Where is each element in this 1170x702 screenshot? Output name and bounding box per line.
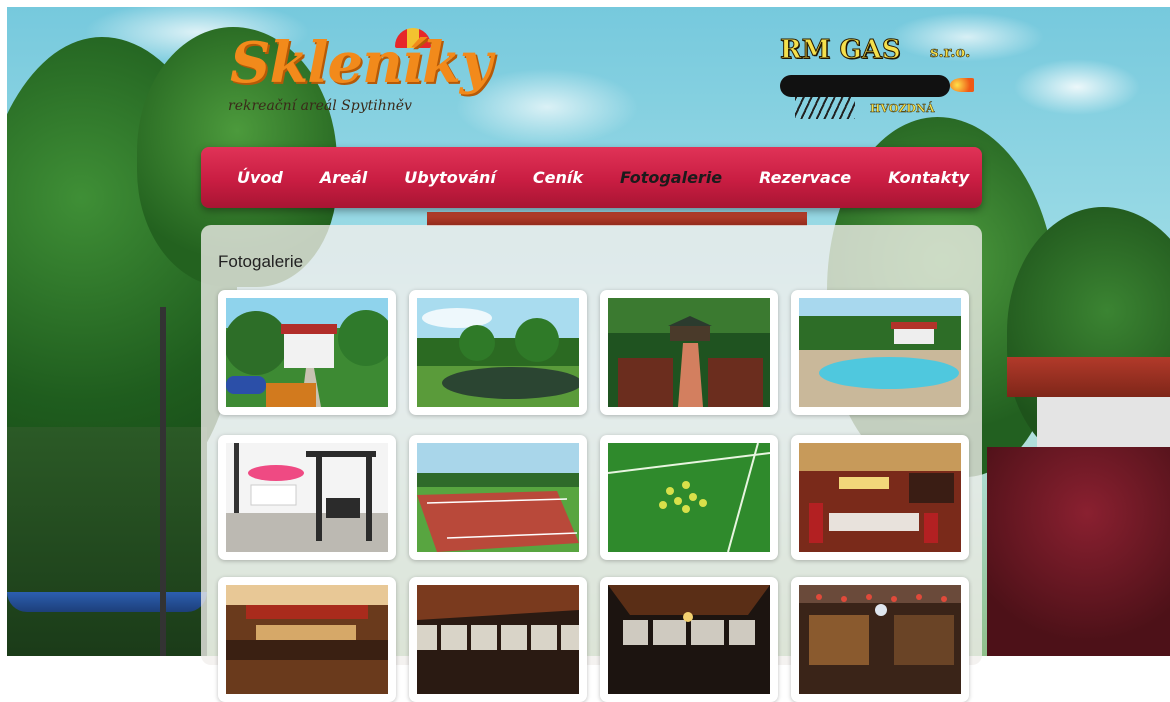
photo-bridge-gazebo [608,298,770,407]
gallery-thumbnail[interactable] [791,290,969,415]
sponsor-suffix: s.r.o. [930,43,971,62]
gallery-thumbnail[interactable] [218,435,396,560]
photo-hall-interior-1 [226,585,388,694]
background-bush [987,447,1170,656]
photo-pond [417,298,579,407]
gallery-thumbnail[interactable] [409,577,587,702]
background-trampoline [7,592,207,612]
nav-item-rezervace[interactable]: Rezervace [759,168,851,187]
photo-hall-interior-3 [608,585,770,694]
hatch-graphic [795,97,855,119]
background-roof [1007,357,1170,397]
logo-title: Skleníky [230,30,492,96]
gallery-thumbnail[interactable] [409,435,587,560]
gallery-thumbnail[interactable] [791,577,969,702]
gallery-thumbnail[interactable] [600,577,778,702]
gallery-thumbnail[interactable] [600,435,778,560]
gallery-thumbnail[interactable] [409,290,587,415]
nav-item-areal[interactable]: Areál [320,168,367,187]
gallery-thumbnail[interactable] [218,577,396,702]
main-nav: Úvod Areál Ubytování Ceník Fotogalerie R… [201,147,982,208]
photo-tennis-court [417,443,579,552]
nav-item-cenik[interactable]: Ceník [533,168,583,187]
nav-item-uvod[interactable]: Úvod [237,168,283,187]
background-hedge [7,427,207,656]
photo-garden-swing [226,443,388,552]
logo-subtitle: rekreační areál Spytihněv [228,98,412,114]
site-logo[interactable]: Skleníky rekreační areál Spytihněv [225,28,492,130]
gallery-thumbnail[interactable] [791,435,969,560]
gallery-thumbnail[interactable] [600,290,778,415]
gas-pipe-graphic [780,75,950,97]
photo-green-balls [608,443,770,552]
photo-bar-interior [799,585,961,694]
photo-restaurant-interior [799,443,961,552]
photo-house-garden [226,298,388,407]
photo-hall-interior-2 [417,585,579,694]
sponsor-logo[interactable]: RM GAS s.r.o. HVOZDNÁ [775,35,990,125]
sponsor-brand: RM GAS [780,35,902,66]
page-title: Fotogalerie [218,252,304,271]
background-pole [160,307,166,656]
nav-item-fotogalerie[interactable]: Fotogalerie [620,168,722,187]
flame-icon [950,78,974,92]
sponsor-town: HVOZDNÁ [870,102,935,115]
content-panel: Fotogalerie [201,225,982,702]
gallery-thumbnail[interactable] [218,290,396,415]
nav-item-kontakty[interactable]: Kontakty [888,168,969,187]
background-roof [427,212,807,226]
photo-swimming-pool [799,298,961,407]
nav-item-ubytovani[interactable]: Ubytování [404,168,496,187]
